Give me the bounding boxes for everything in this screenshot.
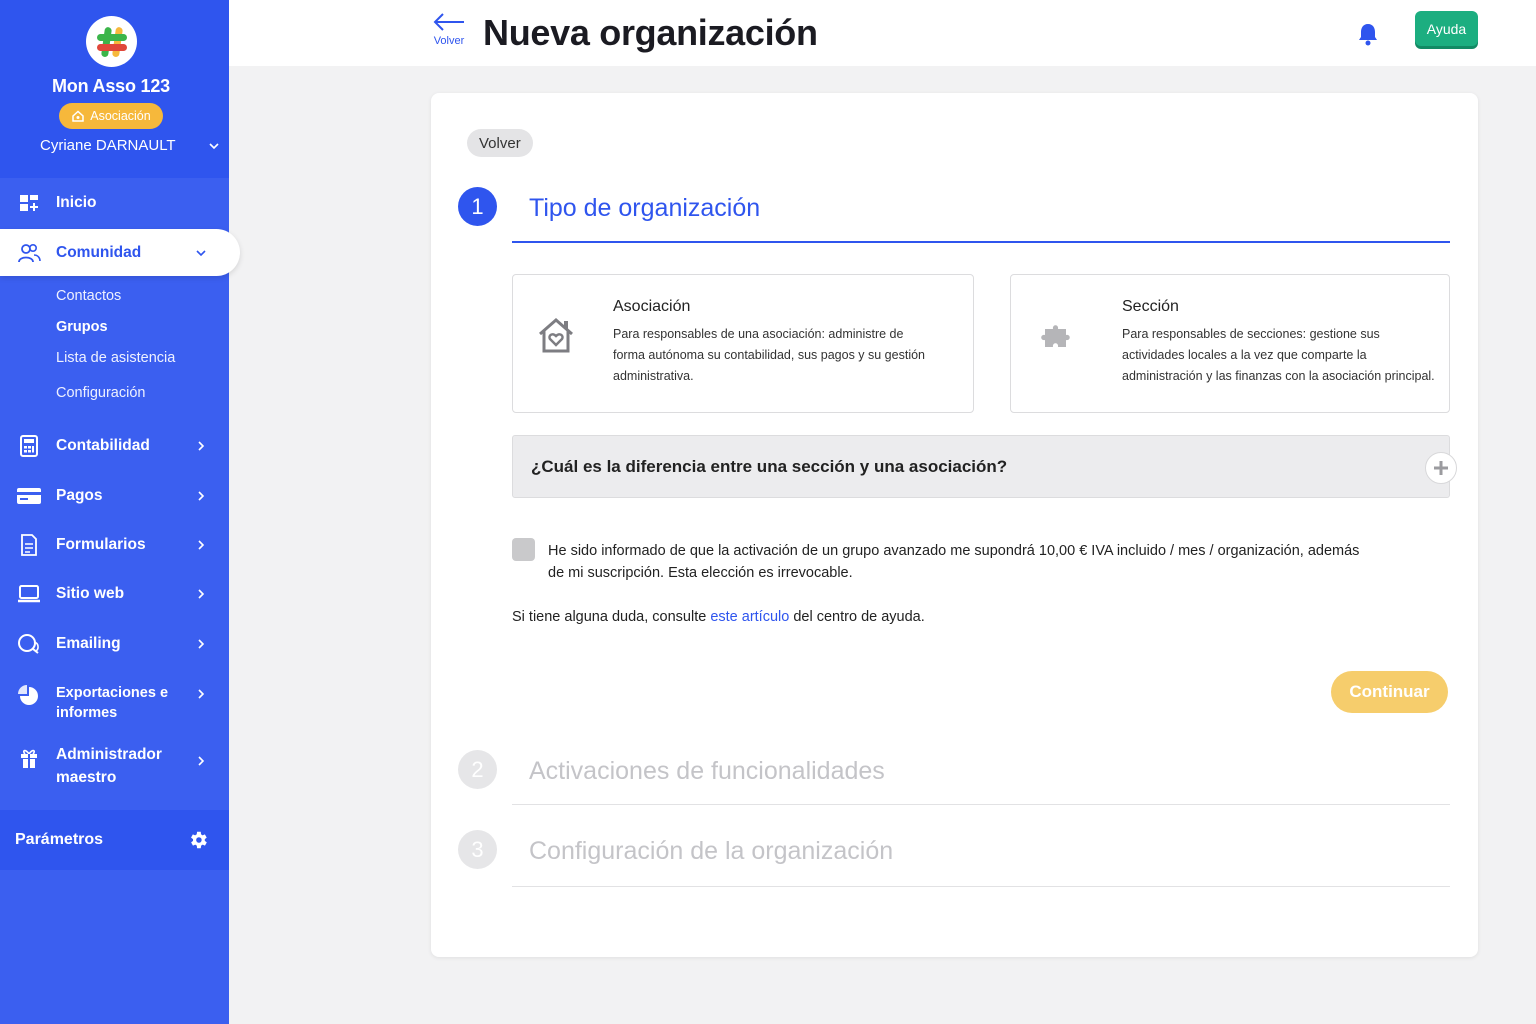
credit-card-icon: [15, 484, 43, 508]
users-icon: [17, 241, 41, 265]
help-text: Si tiene alguna duda, consulte este artí…: [512, 609, 925, 625]
nav-label: Inicio: [56, 194, 97, 211]
chevron-right-icon: [198, 639, 205, 649]
back-link[interactable]: Volver: [429, 12, 469, 47]
house-heart-icon: [535, 315, 577, 362]
option-title: Sección: [1122, 298, 1179, 315]
nav-label: Sitio web: [56, 585, 125, 602]
chevron-right-icon: [198, 491, 205, 501]
chevron-right-icon: [198, 589, 205, 599]
nav-sitio-web[interactable]: Sitio web: [0, 581, 229, 607]
step-title: Activaciones de funcionalidades: [529, 757, 885, 785]
option-asociacion[interactable]: Asociación Para responsables de una asoc…: [512, 274, 974, 413]
option-seccion[interactable]: Sección Para responsables de secciones: …: [1010, 274, 1450, 413]
parametros-label: Parámetros: [15, 831, 104, 848]
chevron-right-icon: [198, 756, 205, 766]
sidebar: Mon Asso 123 Asociación Cyriane DARNAULT…: [0, 0, 240, 1024]
nav-inicio[interactable]: Inicio: [0, 190, 229, 216]
org-type-label: Asociación: [90, 109, 151, 123]
step-number: 1: [458, 187, 497, 226]
option-description: Para responsables de una asociación: adm…: [613, 327, 925, 383]
pie-chart-icon: [17, 684, 41, 708]
nav-label: Comunidad: [56, 243, 142, 261]
nav-contabilidad[interactable]: Contabilidad: [0, 433, 229, 459]
help-suffix: del centro de ayuda.: [789, 609, 925, 625]
laptop-icon: [17, 582, 41, 606]
chevron-down-icon: [196, 250, 206, 257]
nav-formularios[interactable]: Formularios: [0, 532, 229, 558]
chevron-right-icon: [198, 540, 205, 550]
nav-label-line1: Administrador: [56, 746, 162, 763]
step-title: Configuración de la organización: [529, 837, 894, 865]
continue-button[interactable]: Continuar: [1331, 671, 1448, 713]
gift-icon: [17, 746, 41, 770]
arrow-left-icon: [433, 13, 464, 31]
nav-label-line2: informes: [56, 705, 118, 721]
dashboard-icon: [17, 191, 41, 215]
nav-label: Contabilidad: [56, 437, 150, 454]
subnav-grupos[interactable]: Grupos: [56, 319, 108, 335]
subnav-lista-asistencia[interactable]: Lista de asistencia: [56, 350, 175, 366]
nav-comunidad[interactable]: Comunidad: [0, 229, 240, 276]
org-type-badge: Asociación: [59, 103, 163, 129]
puzzle-icon: [1037, 321, 1079, 358]
nav-emailing[interactable]: Emailing: [0, 631, 229, 657]
faq-accordion[interactable]: ¿Cuál es la diferencia entre una sección…: [512, 435, 1457, 498]
nav-label: Formularios: [56, 536, 146, 553]
org-name: Mon Asso 123: [52, 76, 170, 96]
nav-label: Emailing: [56, 635, 121, 652]
org-logo[interactable]: [86, 16, 137, 67]
top-bar: Volver Nueva organización Ayuda: [229, 0, 1536, 66]
option-title: Asociación: [613, 298, 691, 315]
chevron-down-icon: [209, 142, 219, 149]
option-description: Para responsables de secciones: gestione…: [1122, 327, 1435, 383]
nav-label-line2: maestro: [56, 769, 117, 786]
subnav-configuracion[interactable]: Configuración: [56, 385, 145, 401]
help-prefix: Si tiene alguna duda, consulte: [512, 609, 711, 625]
chevron-right-icon: [198, 441, 205, 451]
parametros-button[interactable]: Parámetros: [0, 810, 229, 870]
back-label: Volver: [433, 35, 465, 47]
bell-icon[interactable]: [1357, 22, 1379, 46]
help-article-link[interactable]: este artículo: [710, 609, 789, 625]
step-number: 2: [458, 750, 497, 789]
house-icon: [72, 110, 85, 122]
plus-icon[interactable]: [1425, 452, 1457, 484]
back-chip[interactable]: Volver: [467, 129, 533, 157]
step-title[interactable]: Tipo de organización: [529, 194, 760, 223]
wizard-card: Volver 1 Tipo de organización Asociación…: [431, 93, 1478, 957]
user-name: Cyriane DARNAULT: [40, 137, 176, 154]
nav-pagos[interactable]: Pagos: [0, 483, 229, 509]
step-divider: [512, 886, 1450, 887]
chat-icon: [17, 632, 41, 656]
sidebar-header: Mon Asso 123 Asociación Cyriane DARNAULT: [0, 0, 229, 178]
calculator-icon: [17, 434, 41, 458]
page-title: Nueva organización: [483, 12, 818, 53]
confirm-checkbox[interactable]: [512, 538, 535, 561]
document-icon: [17, 533, 41, 557]
step-divider: [512, 241, 1450, 243]
confirm-checkbox-label: He sido informado de que la activación d…: [548, 543, 1360, 581]
nav-administrador-maestro[interactable]: Administrador maestro: [0, 744, 229, 790]
hashtag-logo-icon: [96, 26, 127, 57]
chevron-right-icon: [198, 689, 205, 699]
step-divider: [512, 804, 1450, 805]
nav-label-line1: Exportaciones e: [56, 685, 169, 701]
help-button[interactable]: Ayuda: [1415, 11, 1478, 46]
step-number: 3: [458, 830, 497, 869]
nav-exportaciones[interactable]: Exportaciones e informes: [0, 682, 229, 726]
user-menu[interactable]: Cyriane DARNAULT: [40, 137, 220, 154]
nav-label: Pagos: [56, 487, 103, 504]
subnav-contactos[interactable]: Contactos: [56, 288, 121, 304]
faq-question: ¿Cuál es la diferencia entre una sección…: [531, 457, 1008, 476]
gear-icon: [191, 831, 207, 849]
